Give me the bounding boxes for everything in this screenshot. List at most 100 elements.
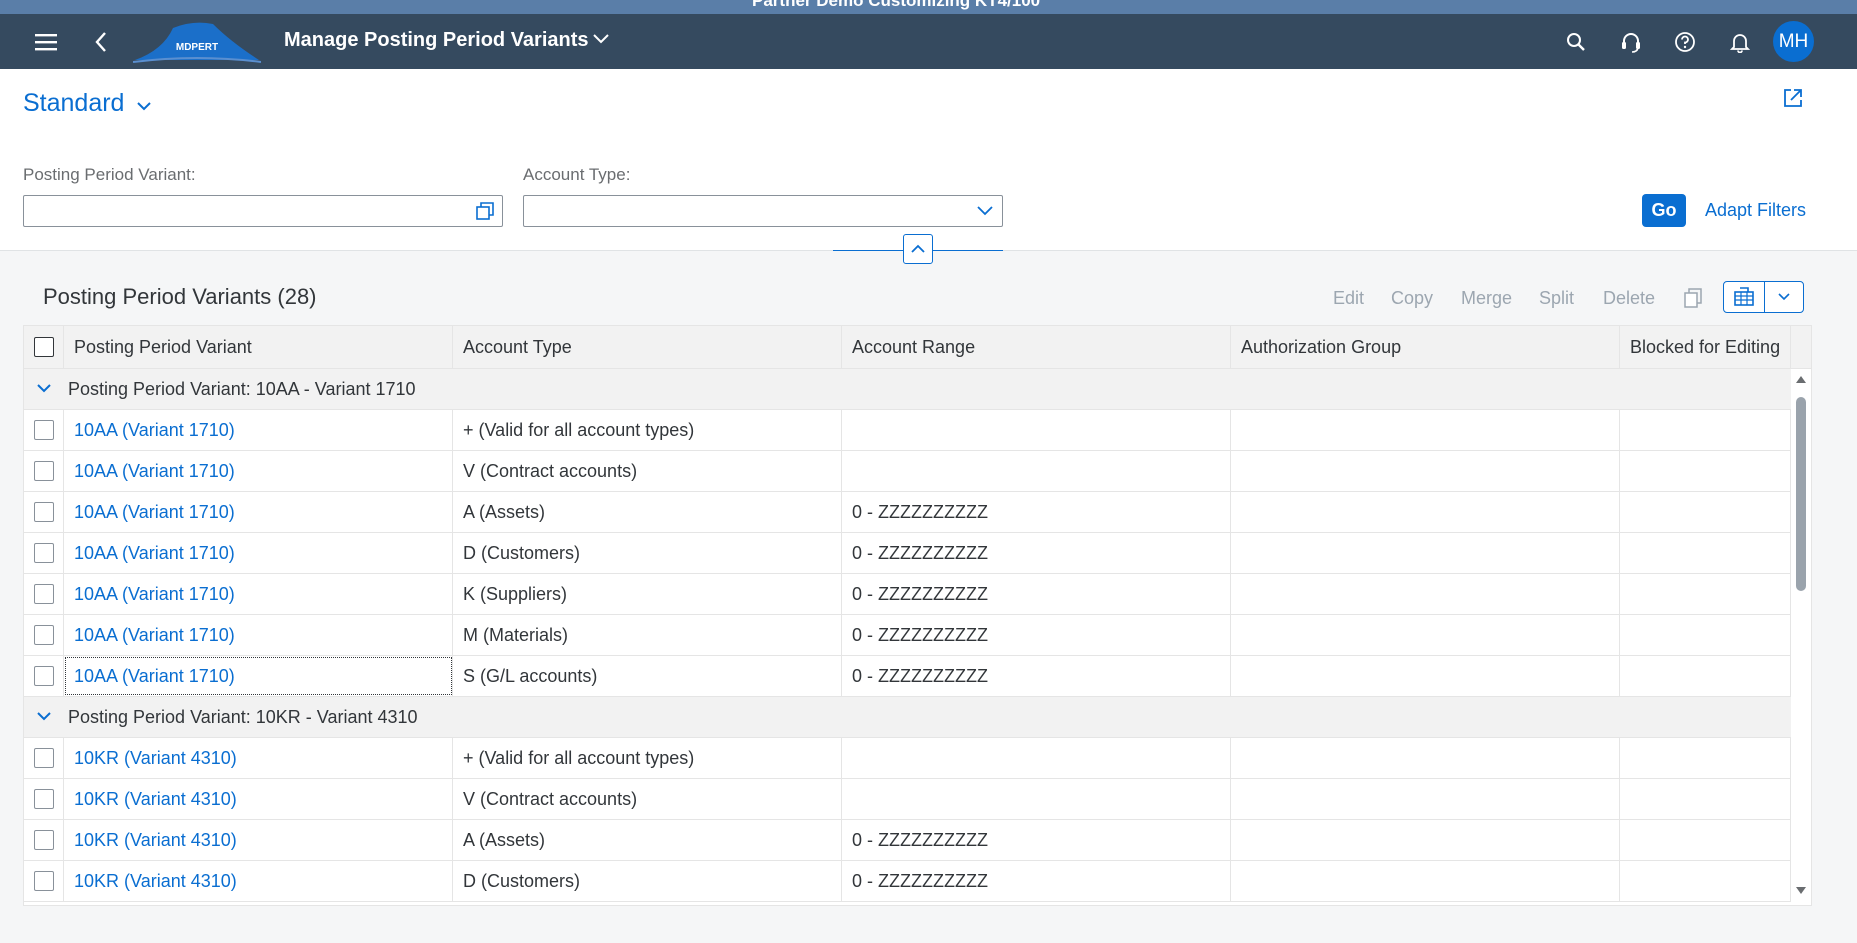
chevron-down-icon[interactable] — [976, 204, 994, 223]
table-row[interactable]: 10AA (Variant 1710) A (Assets) 0 - ZZZZZZZ… — [24, 492, 1791, 533]
app-title[interactable]: Manage Posting Period Variants — [284, 29, 589, 52]
column-header-account-type[interactable]: Account Type — [453, 326, 842, 369]
scrollbar-thumb[interactable] — [1796, 397, 1806, 591]
blocked-for-editing-cell — [1620, 738, 1791, 778]
logo-text: MDPERT — [176, 42, 218, 53]
chevron-up-icon — [911, 244, 925, 253]
row-checkbox[interactable] — [34, 461, 54, 481]
help-icon[interactable] — [1665, 14, 1705, 69]
variant-cell[interactable]: 10KR (Variant 4310) — [64, 820, 453, 860]
shell-bar: MDPERT Manage Posting Period Variants MH — [0, 14, 1857, 69]
table-row[interactable]: 10AA (Variant 1710) K (Suppliers) 0 - ZZZZ… — [24, 574, 1791, 615]
export-menu-button[interactable] — [1763, 282, 1804, 312]
merge-button[interactable]: Merge — [1461, 288, 1512, 309]
chevron-down-icon[interactable] — [36, 709, 52, 727]
group-header-row[interactable]: Posting Period Variant: 10AA - Variant 1… — [24, 369, 1791, 410]
search-icon[interactable] — [1556, 14, 1596, 69]
chevron-down-icon[interactable] — [36, 381, 52, 399]
table-row[interactable]: 10AA (Variant 1710) D (Customers) 0 - ZZZZ… — [24, 533, 1791, 574]
share-icon[interactable] — [1782, 87, 1804, 114]
row-checkbox[interactable] — [34, 666, 54, 686]
scroll-up-icon[interactable] — [1795, 374, 1807, 384]
system-title-bar: Partner Demo Customizing KT4/100 — [0, 0, 1857, 14]
account-type-label: Account Type: — [523, 165, 631, 184]
table-row[interactable]: 10AA (Variant 1710) S (G/L accounts) 0 - Z… — [24, 656, 1791, 697]
row-checkbox[interactable] — [34, 789, 54, 809]
blocked-for-editing-cell — [1620, 820, 1791, 860]
adapt-filters-button[interactable]: Adapt Filters — [1705, 200, 1806, 221]
system-title: Partner Demo Customizing KT4/100 — [752, 0, 1041, 10]
edit-button[interactable]: Edit — [1333, 288, 1364, 309]
account-type-select[interactable] — [523, 195, 1003, 227]
variant-cell[interactable]: 10AA (Variant 1710) — [64, 492, 453, 532]
row-checkbox[interactable] — [34, 625, 54, 645]
split-button[interactable]: Split — [1539, 288, 1574, 309]
variant-cell[interactable]: 10AA (Variant 1710) — [64, 615, 453, 655]
posting-period-variant-input[interactable] — [23, 195, 503, 227]
blocked-for-editing-cell — [1620, 451, 1791, 491]
delete-button[interactable]: Delete — [1603, 288, 1655, 309]
row-checkbox[interactable] — [34, 420, 54, 440]
value-help-icon[interactable] — [476, 202, 494, 225]
row-checkbox[interactable] — [34, 830, 54, 850]
variant-cell[interactable]: 10AA (Variant 1710) — [64, 410, 453, 450]
column-header-posting-period-variant[interactable]: Posting Period Variant — [64, 326, 453, 369]
row-select-cell — [24, 738, 64, 778]
row-checkbox[interactable] — [34, 748, 54, 768]
row-checkbox[interactable] — [34, 502, 54, 522]
account-type-cell: V (Contract accounts) — [453, 779, 842, 819]
collapse-header-button[interactable] — [903, 234, 933, 264]
chevron-down-icon — [1778, 293, 1790, 301]
select-all-checkbox[interactable] — [34, 337, 54, 357]
table-row[interactable]: 10KR (Variant 4310) D (Customers) 0 - ZZZZ… — [24, 861, 1791, 902]
account-type-cell: A (Assets) — [453, 820, 842, 860]
variant-cell[interactable]: 10AA (Variant 1710) — [64, 533, 453, 573]
copy-to-clipboard-icon[interactable] — [1684, 288, 1702, 313]
chevron-down-icon[interactable] — [592, 32, 610, 50]
row-select-cell — [24, 615, 64, 655]
table-row[interactable]: 10AA (Variant 1710) M (Materials) 0 - ZZZZ… — [24, 615, 1791, 656]
account-range-cell — [842, 779, 1231, 819]
vertical-scrollbar[interactable] — [1791, 369, 1811, 905]
variant-cell[interactable]: 10AA (Variant 1710) — [64, 574, 453, 614]
variant-management[interactable]: Standard — [23, 89, 124, 118]
column-header-account-range[interactable]: Account Range — [842, 326, 1231, 369]
table-row[interactable]: 10KR (Variant 4310) A (Assets) 0 - ZZZZZZZ… — [24, 820, 1791, 861]
column-header-blocked-for-editing[interactable]: Blocked for Editing — [1620, 326, 1791, 369]
variant-cell[interactable]: 10KR (Variant 4310) — [64, 738, 453, 778]
bell-icon[interactable] — [1720, 14, 1760, 69]
headset-icon[interactable] — [1611, 14, 1651, 69]
go-button[interactable]: Go — [1642, 194, 1686, 227]
variant-cell[interactable]: 10KR (Variant 4310) — [64, 861, 453, 901]
variant-cell[interactable]: 10AA (Variant 1710) — [64, 451, 453, 491]
authorization-group-cell — [1231, 656, 1620, 696]
authorization-group-cell — [1231, 615, 1620, 655]
account-range-cell: 0 - ZZZZZZZZZZ — [842, 615, 1231, 655]
account-type-cell: + (Valid for all account types) — [453, 738, 842, 778]
table-row[interactable]: 10KR (Variant 4310) V (Contract accounts) — [24, 779, 1791, 820]
blocked-for-editing-cell — [1620, 574, 1791, 614]
avatar[interactable]: MH — [1773, 21, 1814, 62]
authorization-group-cell — [1231, 779, 1620, 819]
back-icon[interactable] — [81, 14, 121, 69]
row-checkbox[interactable] — [34, 543, 54, 563]
authorization-group-cell — [1231, 451, 1620, 491]
table-row[interactable]: 10KR (Variant 4310) + (Valid for all acco… — [24, 738, 1791, 779]
company-logo[interactable]: MDPERT — [132, 20, 262, 66]
column-header-authorization-group[interactable]: Authorization Group — [1231, 326, 1620, 369]
group-header-row[interactable]: Posting Period Variant: 10KR - Variant 4… — [24, 697, 1791, 738]
scroll-down-icon[interactable] — [1795, 886, 1807, 896]
blocked-for-editing-cell — [1620, 861, 1791, 901]
authorization-group-cell — [1231, 410, 1620, 450]
row-checkbox[interactable] — [34, 584, 54, 604]
table-header: Posting Period Variant Account Type Acco… — [24, 326, 1811, 369]
export-button[interactable] — [1724, 282, 1764, 312]
menu-icon[interactable] — [26, 14, 66, 69]
chevron-down-icon[interactable] — [136, 99, 152, 117]
variant-cell[interactable]: 10AA (Variant 1710) — [64, 656, 453, 696]
table-row[interactable]: 10AA (Variant 1710) V (Contract accounts) — [24, 451, 1791, 492]
copy-button[interactable]: Copy — [1391, 288, 1433, 309]
table-row[interactable]: 10AA (Variant 1710) + (Valid for all acco… — [24, 410, 1791, 451]
row-checkbox[interactable] — [34, 871, 54, 891]
variant-cell[interactable]: 10KR (Variant 4310) — [64, 779, 453, 819]
